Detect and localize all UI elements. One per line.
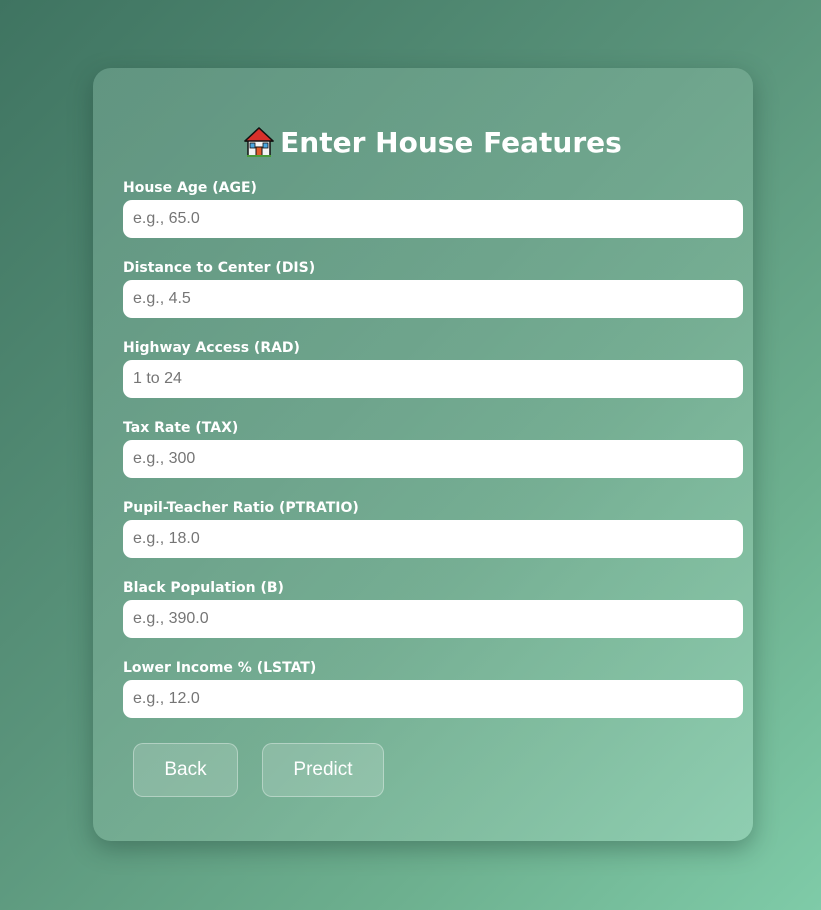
dis-input[interactable]	[123, 280, 743, 318]
back-button[interactable]: Back	[133, 743, 238, 797]
field-age: House Age (AGE)	[123, 178, 743, 238]
form-title-text: Enter House Features	[280, 126, 622, 159]
field-tax: Tax Rate (TAX)	[123, 418, 743, 478]
field-label: Lower Income % (LSTAT)	[123, 660, 317, 676]
ptratio-input[interactable]	[123, 520, 743, 558]
field-lstat: Lower Income % (LSTAT)	[123, 658, 743, 718]
field-ptratio: Pupil-Teacher Ratio (PTRATIO)	[123, 498, 743, 558]
b-input[interactable]	[123, 600, 743, 638]
field-label: Black Population (B)	[123, 580, 284, 596]
field-rad: Highway Access (RAD)	[123, 338, 743, 398]
tax-input[interactable]	[123, 440, 743, 478]
form-title: Enter House Features	[123, 124, 743, 162]
field-label: Pupil-Teacher Ratio (PTRATIO)	[123, 500, 359, 516]
form-card: Enter House Features House Age (AGE) Dis…	[93, 68, 753, 841]
age-input[interactable]	[123, 200, 743, 238]
field-label: Distance to Center (DIS)	[123, 260, 316, 276]
form-actions: Back Predict	[123, 743, 743, 797]
predict-button[interactable]: Predict	[262, 743, 384, 797]
lstat-input[interactable]	[123, 680, 743, 718]
field-label: Tax Rate (TAX)	[123, 420, 239, 436]
house-icon	[244, 126, 274, 158]
field-label: House Age (AGE)	[123, 180, 257, 196]
field-b: Black Population (B)	[123, 578, 743, 638]
field-label: Highway Access (RAD)	[123, 340, 300, 356]
field-dis: Distance to Center (DIS)	[123, 258, 743, 318]
rad-input[interactable]	[123, 360, 743, 398]
